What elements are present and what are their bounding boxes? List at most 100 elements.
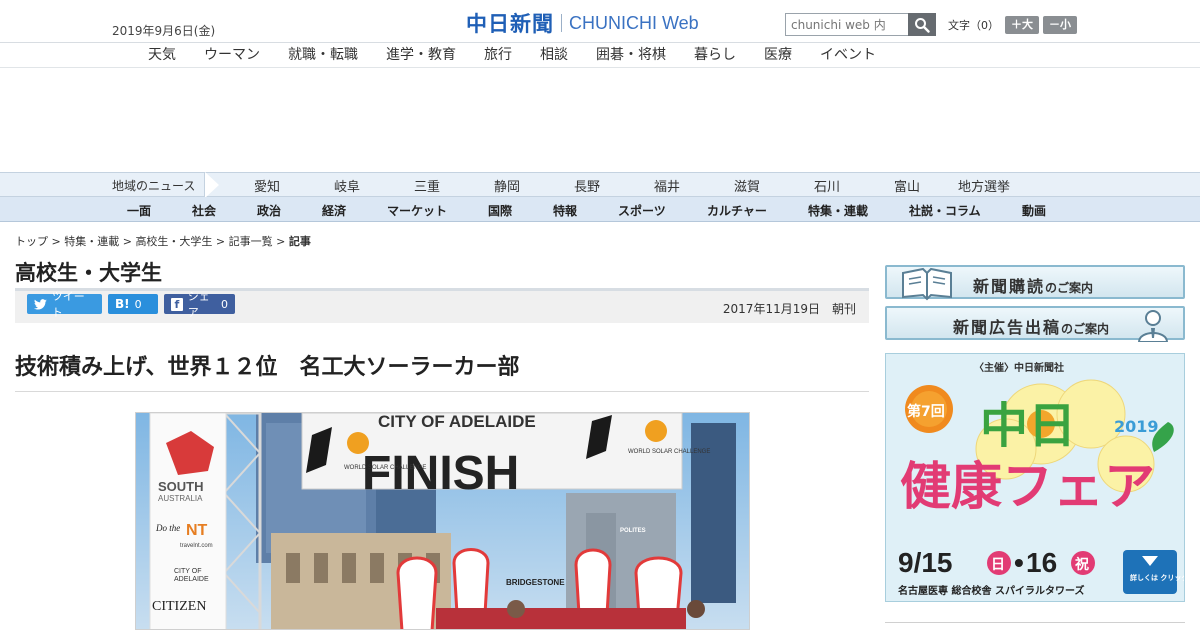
service-nav-item[interactable]: 暮らし bbox=[694, 44, 736, 64]
fair-edition: 第7回 bbox=[907, 403, 945, 420]
region-item[interactable]: 岐阜 bbox=[334, 176, 360, 195]
health-fair-art: 〈主催〉中日新聞社 第7回 中日 健康フェア 2019 9/15 日 • 16 … bbox=[898, 361, 1185, 597]
sponsor-adelaide: ADELAIDE bbox=[174, 576, 209, 583]
fair-dow-b: 祝 bbox=[1075, 556, 1089, 573]
hatena-bookmark-icon: B! bbox=[115, 297, 130, 311]
service-nav-item[interactable]: 旅行 bbox=[484, 44, 512, 64]
service-nav-item[interactable]: 相談 bbox=[540, 44, 568, 64]
subscribe-label: 新聞購読のご案内 bbox=[973, 277, 1094, 296]
site-search bbox=[785, 13, 936, 36]
region-item[interactable]: 福井 bbox=[654, 176, 680, 195]
wsc-text-right: WORLD SOLAR CHALLENGE bbox=[628, 449, 710, 455]
hatena-count: 0 bbox=[134, 297, 142, 311]
region-item[interactable]: 富山 bbox=[894, 176, 920, 195]
fair-title-line2: 健康フェア bbox=[900, 458, 1155, 517]
breadcrumb-current: 記事 bbox=[288, 235, 311, 248]
breadcrumb-separator: > bbox=[119, 235, 136, 248]
hatena-bookmark-button[interactable]: B! 0 bbox=[108, 294, 158, 314]
main-nav: 一面 社会 政治 経済 マーケット 国際 特報 スポーツ カルチャー 特集・連載… bbox=[0, 197, 1200, 222]
breadcrumb-link[interactable]: 特集・連載 bbox=[64, 235, 119, 248]
region-item[interactable]: 石川 bbox=[814, 176, 840, 195]
tweet-button[interactable]: ツイート bbox=[27, 290, 102, 319]
tweet-label: ツイート bbox=[51, 290, 85, 319]
book-icon bbox=[902, 267, 952, 301]
facebook-share-count: 0 bbox=[221, 297, 228, 311]
sponsor-south: SOUTH bbox=[158, 479, 204, 494]
ad-placement-label: 新聞広告出稿のご案内 bbox=[953, 318, 1110, 337]
main-nav-item[interactable]: 特集・連載 bbox=[808, 202, 868, 219]
fair-date-dot: • bbox=[1014, 547, 1024, 578]
ad-placement-banner[interactable]: 新聞広告出稿のご案内 bbox=[885, 306, 1185, 342]
main-nav-item[interactable]: 一面 bbox=[127, 202, 151, 219]
twitter-bird-icon bbox=[34, 298, 47, 310]
service-nav-item[interactable]: 就職・転職 bbox=[288, 44, 358, 64]
breadcrumb-separator: > bbox=[212, 235, 229, 248]
breadcrumb-link[interactable]: トップ bbox=[15, 235, 48, 248]
article-photo[interactable]: FINISH CITY OF ADELAIDE WORLD SOLAR CHAL… bbox=[135, 412, 750, 630]
polites-text: POLITES bbox=[620, 528, 646, 534]
sponsor-australia: AUSTRALIA bbox=[158, 494, 203, 503]
ad-space bbox=[0, 68, 1200, 172]
main-nav-item[interactable]: スポーツ bbox=[618, 202, 666, 219]
logo-divider bbox=[561, 14, 562, 32]
current-date: 2019年9月6日(金) bbox=[112, 24, 216, 38]
service-nav: 天気 ウーマン 就職・転職 進学・教育 旅行 相談 囲碁・将棋 暮らし 医療 イ… bbox=[0, 43, 1200, 68]
sponsor-nt: NT bbox=[186, 522, 208, 539]
region-item[interactable]: 静岡 bbox=[494, 176, 520, 195]
breadcrumb-link[interactable]: 高校生・大学生 bbox=[135, 235, 212, 248]
sponsor-do-the: Do the bbox=[155, 523, 180, 533]
main-nav-item[interactable]: 経済 bbox=[322, 202, 346, 219]
region-item[interactable]: 滋賀 bbox=[734, 176, 760, 195]
service-nav-item[interactable]: 天気 bbox=[148, 44, 176, 64]
health-fair-ad[interactable]: 〈主催〉中日新聞社 第7回 中日 健康フェア 2019 9/15 日 • 16 … bbox=[885, 353, 1185, 602]
service-nav-item[interactable]: イベント bbox=[820, 44, 876, 64]
region-item[interactable]: 愛知 bbox=[254, 176, 280, 195]
fair-year: 2019 bbox=[1114, 417, 1159, 436]
region-news-title: 地域のニュース bbox=[112, 179, 196, 193]
region-item[interactable]: 長野 bbox=[574, 176, 600, 195]
logo-web-text: Web bbox=[662, 12, 699, 33]
main-nav-item[interactable]: 動画 bbox=[1022, 202, 1046, 219]
subscribe-banner[interactable]: 新聞購読のご案内 bbox=[885, 265, 1185, 301]
search-icon bbox=[915, 17, 930, 33]
site-header: 2019年9月6日(金) 中日新聞 CHUNICHI Web 文字（0） ＋大 … bbox=[0, 0, 1200, 43]
logo-main-text: 中日新聞 bbox=[466, 11, 554, 36]
service-nav-item[interactable]: ウーマン bbox=[204, 44, 260, 64]
sidebar-divider bbox=[885, 622, 1185, 623]
fair-detail-button[interactable]: 詳しくは クリック bbox=[1130, 573, 1185, 582]
search-input[interactable] bbox=[785, 13, 908, 36]
main-nav-item[interactable]: 社説・コラム bbox=[909, 202, 981, 219]
main-nav-item[interactable]: 政治 bbox=[257, 202, 281, 219]
region-item[interactable]: 三重 bbox=[414, 176, 440, 195]
facebook-share-button[interactable]: f シェア 0 bbox=[164, 290, 235, 319]
main-nav-item[interactable]: カルチャー bbox=[707, 202, 767, 219]
finish-text: FINISH bbox=[362, 447, 519, 500]
region-item[interactable]: 地方選挙 bbox=[958, 176, 1010, 195]
breadcrumb-separator: > bbox=[272, 235, 289, 248]
search-button[interactable] bbox=[908, 13, 936, 36]
service-nav-item[interactable]: 医療 bbox=[764, 44, 792, 64]
font-increase-button[interactable]: ＋大 bbox=[1005, 16, 1039, 34]
fair-dow-a: 日 bbox=[991, 557, 1005, 573]
sponsor-travelnt: travelnt.com bbox=[180, 543, 213, 549]
main-nav-item[interactable]: 社会 bbox=[192, 202, 216, 219]
service-nav-item[interactable]: 進学・教育 bbox=[386, 44, 456, 64]
font-decrease-button[interactable]: －小 bbox=[1043, 16, 1077, 34]
person-icon bbox=[1137, 310, 1169, 342]
finish-line-photo: FINISH CITY OF ADELAIDE WORLD SOLAR CHAL… bbox=[136, 413, 749, 629]
breadcrumb-separator: > bbox=[48, 235, 65, 248]
city-of-adelaide-text: CITY OF ADELAIDE bbox=[378, 413, 536, 431]
service-nav-item[interactable]: 囲碁・将棋 bbox=[596, 44, 666, 64]
sponsor-citizen: CITIZEN bbox=[152, 599, 206, 614]
region-arrow bbox=[205, 172, 219, 198]
main-nav-item[interactable]: 国際 bbox=[488, 202, 512, 219]
font-size-label: 文字（0） bbox=[948, 19, 999, 32]
breadcrumb-link[interactable]: 記事一覧 bbox=[229, 235, 273, 248]
site-logo[interactable]: 中日新聞 CHUNICHI Web bbox=[466, 8, 699, 38]
breadcrumb: トップ > 特集・連載 > 高校生・大学生 > 記事一覧 > 記事 bbox=[15, 233, 311, 249]
main-nav-item[interactable]: 特報 bbox=[553, 202, 577, 219]
publish-date: 2017年11月19日 朝刊 bbox=[722, 302, 856, 316]
wsc-text-left: WORLD SOLAR CHALLENGE bbox=[344, 465, 426, 471]
main-nav-item[interactable]: マーケット bbox=[387, 202, 447, 219]
sponsor-city-of: CITY OF bbox=[174, 568, 201, 575]
